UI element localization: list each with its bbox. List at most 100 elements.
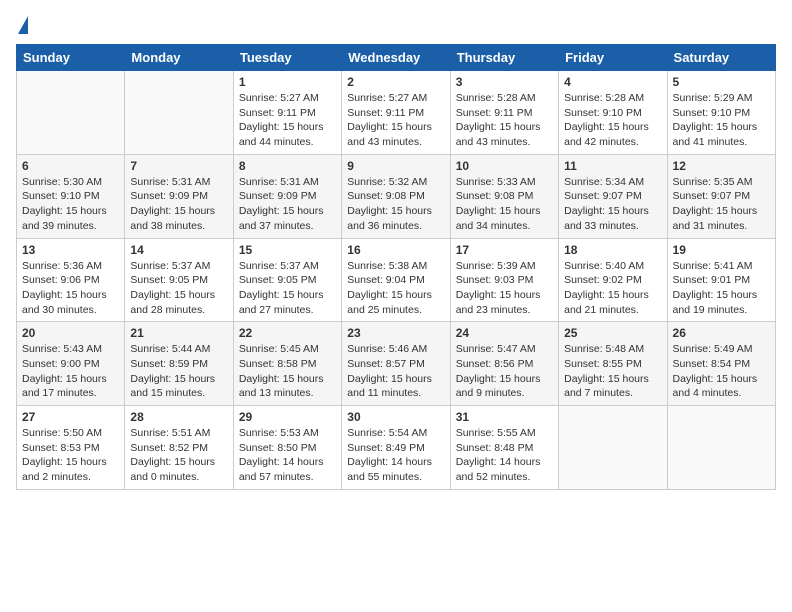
day-number: 15 (239, 243, 336, 257)
calendar-cell: 21Sunrise: 5:44 AM Sunset: 8:59 PM Dayli… (125, 322, 233, 406)
calendar-cell: 26 Sunrise: 5:49 AM Sunset: 8:54 PM Dayli… (667, 322, 775, 406)
calendar-cell: 25 Sunrise: 5:48 AM Sunset: 8:55 PM Dayli… (559, 322, 667, 406)
calendar-cell (125, 71, 233, 155)
cell-content: Sunrise: 5:31 AM Sunset: 9:09 PM Dayligh… (130, 175, 227, 234)
logo (16, 16, 28, 34)
cell-content: Sunrise: 5:48 AM Sunset: 8:55 PM Dayligh… (564, 342, 661, 401)
cell-content: Sunrise: 5:27 AM Sunset: 9:11 PM Dayligh… (347, 91, 444, 150)
day-number: 9 (347, 159, 444, 173)
calendar-week-row: 27 Sunrise: 5:50 AM Sunset: 8:53 PM Dayli… (17, 406, 776, 490)
cell-content: Sunrise: 5:50 AM Sunset: 8:53 PM Dayligh… (22, 426, 119, 485)
day-number: 26 (673, 326, 770, 340)
day-number: 27 (22, 410, 119, 424)
cell-content: Sunrise: 5:45 AM Sunset: 8:58 PM Dayligh… (239, 342, 336, 401)
day-number: 20 (22, 326, 119, 340)
day-number: 11 (564, 159, 661, 173)
calendar-week-row: 6Sunrise: 5:30 AM Sunset: 9:10 PM Daylig… (17, 154, 776, 238)
day-number: 25 (564, 326, 661, 340)
day-number: 2 (347, 75, 444, 89)
day-number: 1 (239, 75, 336, 89)
cell-content: Sunrise: 5:30 AM Sunset: 9:10 PM Dayligh… (22, 175, 119, 234)
day-number: 23 (347, 326, 444, 340)
day-number: 14 (130, 243, 227, 257)
cell-content: Sunrise: 5:55 AM Sunset: 8:48 PM Dayligh… (456, 426, 553, 485)
cell-content: Sunrise: 5:54 AM Sunset: 8:49 PM Dayligh… (347, 426, 444, 485)
cell-content: Sunrise: 5:38 AM Sunset: 9:04 PM Dayligh… (347, 259, 444, 318)
column-header-tuesday: Tuesday (233, 45, 341, 71)
cell-content: Sunrise: 5:43 AM Sunset: 9:00 PM Dayligh… (22, 342, 119, 401)
calendar-cell: 4Sunrise: 5:28 AM Sunset: 9:10 PM Daylig… (559, 71, 667, 155)
calendar-cell: 13 Sunrise: 5:36 AM Sunset: 9:06 PM Dayli… (17, 238, 125, 322)
day-number: 5 (673, 75, 770, 89)
cell-content: Sunrise: 5:47 AM Sunset: 8:56 PM Dayligh… (456, 342, 553, 401)
page-header (16, 16, 776, 34)
column-header-monday: Monday (125, 45, 233, 71)
cell-content: Sunrise: 5:49 AM Sunset: 8:54 PM Dayligh… (673, 342, 770, 401)
day-number: 8 (239, 159, 336, 173)
calendar-cell (667, 406, 775, 490)
day-number: 10 (456, 159, 553, 173)
day-number: 22 (239, 326, 336, 340)
calendar-cell: 28Sunrise: 5:51 AM Sunset: 8:52 PM Dayli… (125, 406, 233, 490)
day-number: 29 (239, 410, 336, 424)
calendar-week-row: 1 Sunrise: 5:27 AM Sunset: 9:11 PM Daylig… (17, 71, 776, 155)
cell-content: Sunrise: 5:27 AM Sunset: 9:11 PM Dayligh… (239, 91, 336, 150)
logo-triangle-icon (18, 16, 28, 34)
calendar-cell: 23 Sunrise: 5:46 AM Sunset: 8:57 PM Dayli… (342, 322, 450, 406)
cell-content: Sunrise: 5:53 AM Sunset: 8:50 PM Dayligh… (239, 426, 336, 485)
calendar-cell: 2 Sunrise: 5:27 AM Sunset: 9:11 PM Daylig… (342, 71, 450, 155)
cell-content: Sunrise: 5:29 AM Sunset: 9:10 PM Dayligh… (673, 91, 770, 150)
calendar-header-row: SundayMondayTuesdayWednesdayThursdayFrid… (17, 45, 776, 71)
calendar-cell: 7 Sunrise: 5:31 AM Sunset: 9:09 PM Daylig… (125, 154, 233, 238)
cell-content: Sunrise: 5:31 AM Sunset: 9:09 PM Dayligh… (239, 175, 336, 234)
calendar-cell: 30 Sunrise: 5:54 AM Sunset: 8:49 PM Dayli… (342, 406, 450, 490)
day-number: 13 (22, 243, 119, 257)
cell-content: Sunrise: 5:33 AM Sunset: 9:08 PM Dayligh… (456, 175, 553, 234)
calendar-cell: 29 Sunrise: 5:53 AM Sunset: 8:50 PM Dayli… (233, 406, 341, 490)
calendar-cell: 27 Sunrise: 5:50 AM Sunset: 8:53 PM Dayli… (17, 406, 125, 490)
calendar-cell: 8 Sunrise: 5:31 AM Sunset: 9:09 PM Daylig… (233, 154, 341, 238)
calendar-cell: 12Sunrise: 5:35 AM Sunset: 9:07 PM Dayli… (667, 154, 775, 238)
cell-content: Sunrise: 5:44 AM Sunset: 8:59 PM Dayligh… (130, 342, 227, 401)
calendar-cell: 9Sunrise: 5:32 AM Sunset: 9:08 PM Daylig… (342, 154, 450, 238)
cell-content: Sunrise: 5:34 AM Sunset: 9:07 PM Dayligh… (564, 175, 661, 234)
day-number: 17 (456, 243, 553, 257)
calendar-cell: 31 Sunrise: 5:55 AM Sunset: 8:48 PM Dayli… (450, 406, 558, 490)
calendar-cell: 5 Sunrise: 5:29 AM Sunset: 9:10 PM Daylig… (667, 71, 775, 155)
calendar-cell: 22 Sunrise: 5:45 AM Sunset: 8:58 PM Dayli… (233, 322, 341, 406)
calendar-cell: 11 Sunrise: 5:34 AM Sunset: 9:07 PM Dayli… (559, 154, 667, 238)
calendar-cell: 3 Sunrise: 5:28 AM Sunset: 9:11 PM Daylig… (450, 71, 558, 155)
calendar-cell: 19Sunrise: 5:41 AM Sunset: 9:01 PM Dayli… (667, 238, 775, 322)
calendar-table: SundayMondayTuesdayWednesdayThursdayFrid… (16, 44, 776, 490)
day-number: 30 (347, 410, 444, 424)
calendar-cell: 17 Sunrise: 5:39 AM Sunset: 9:03 PM Dayli… (450, 238, 558, 322)
cell-content: Sunrise: 5:36 AM Sunset: 9:06 PM Dayligh… (22, 259, 119, 318)
calendar-cell: 24Sunrise: 5:47 AM Sunset: 8:56 PM Dayli… (450, 322, 558, 406)
calendar-cell: 16 Sunrise: 5:38 AM Sunset: 9:04 PM Dayli… (342, 238, 450, 322)
calendar-cell: 20 Sunrise: 5:43 AM Sunset: 9:00 PM Dayli… (17, 322, 125, 406)
cell-content: Sunrise: 5:28 AM Sunset: 9:11 PM Dayligh… (456, 91, 553, 150)
calendar-cell: 15Sunrise: 5:37 AM Sunset: 9:05 PM Dayli… (233, 238, 341, 322)
column-header-friday: Friday (559, 45, 667, 71)
cell-content: Sunrise: 5:39 AM Sunset: 9:03 PM Dayligh… (456, 259, 553, 318)
column-header-sunday: Sunday (17, 45, 125, 71)
calendar-week-row: 13 Sunrise: 5:36 AM Sunset: 9:06 PM Dayli… (17, 238, 776, 322)
day-number: 7 (130, 159, 227, 173)
day-number: 31 (456, 410, 553, 424)
calendar-cell: 6Sunrise: 5:30 AM Sunset: 9:10 PM Daylig… (17, 154, 125, 238)
calendar-cell: 18 Sunrise: 5:40 AM Sunset: 9:02 PM Dayli… (559, 238, 667, 322)
calendar-cell: 14 Sunrise: 5:37 AM Sunset: 9:05 PM Dayli… (125, 238, 233, 322)
calendar-cell (559, 406, 667, 490)
cell-content: Sunrise: 5:37 AM Sunset: 9:05 PM Dayligh… (130, 259, 227, 318)
calendar-cell: 10 Sunrise: 5:33 AM Sunset: 9:08 PM Dayli… (450, 154, 558, 238)
day-number: 3 (456, 75, 553, 89)
day-number: 18 (564, 243, 661, 257)
column-header-thursday: Thursday (450, 45, 558, 71)
cell-content: Sunrise: 5:35 AM Sunset: 9:07 PM Dayligh… (673, 175, 770, 234)
calendar-cell (17, 71, 125, 155)
cell-content: Sunrise: 5:40 AM Sunset: 9:02 PM Dayligh… (564, 259, 661, 318)
calendar-cell: 1 Sunrise: 5:27 AM Sunset: 9:11 PM Daylig… (233, 71, 341, 155)
day-number: 4 (564, 75, 661, 89)
cell-content: Sunrise: 5:46 AM Sunset: 8:57 PM Dayligh… (347, 342, 444, 401)
day-number: 16 (347, 243, 444, 257)
